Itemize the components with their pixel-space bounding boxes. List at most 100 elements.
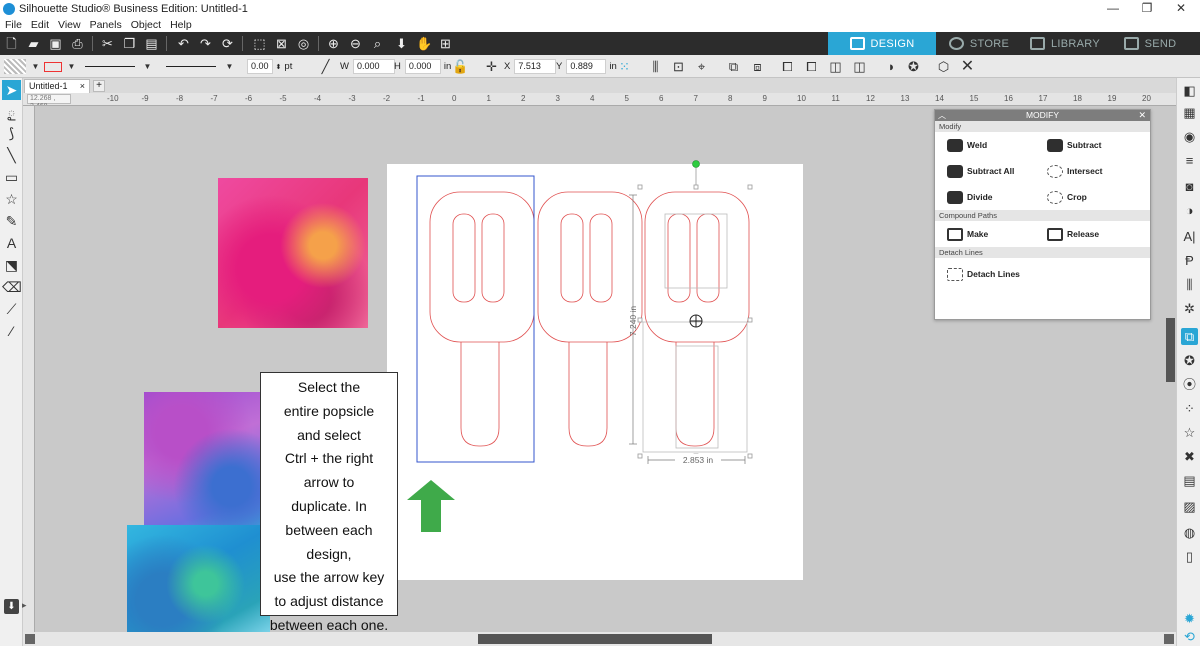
menu-panels[interactable]: Panels	[90, 19, 122, 31]
weld-button[interactable]: Weld	[947, 137, 987, 153]
scroll-right-icon[interactable]	[1164, 634, 1174, 644]
dropdown-arrow-icon[interactable]: ▼	[222, 59, 237, 74]
fit-to-page-icon[interactable]: ⊞	[438, 36, 453, 51]
offset-icon[interactable]: ✪	[1181, 352, 1198, 369]
tab-design[interactable]: DESIGN	[828, 32, 936, 55]
modify-panel-icon[interactable]: ⧉	[1181, 328, 1198, 345]
x-value[interactable]: 7.513	[514, 59, 557, 74]
height-value[interactable]: 0.000	[404, 59, 441, 74]
line-icon[interactable]: ╲	[2, 145, 21, 165]
rectangle-icon[interactable]: ▭	[2, 167, 21, 187]
dropdown-arrow-icon[interactable]: ▼	[64, 59, 79, 74]
eraser-icon[interactable]: ⌫	[2, 277, 22, 297]
fill-bucket-icon[interactable]: ⬔	[2, 255, 21, 275]
modify-shapes-icon[interactable]: ◗	[884, 59, 899, 74]
crop-button[interactable]: Crop	[1047, 189, 1087, 205]
eyedropper-icon[interactable]: ⁄	[2, 321, 21, 341]
intersect-button[interactable]: Intersect	[1047, 163, 1102, 179]
make-compound-button[interactable]: Make	[947, 226, 988, 242]
menu-help[interactable]: Help	[170, 19, 192, 31]
pan-hand-icon[interactable]: ✋	[416, 36, 432, 51]
ungroup-icon[interactable]: ⧈	[750, 59, 765, 74]
zoom-selection-icon[interactable]: ⌕	[370, 36, 385, 51]
width-value[interactable]: 0.000	[352, 59, 395, 74]
close-tab-icon[interactable]: ×	[80, 80, 85, 92]
copy-icon[interactable]: ❐	[122, 36, 137, 51]
add-tab-button[interactable]: +	[93, 80, 105, 92]
print-icon[interactable]: ⎙	[70, 36, 85, 51]
close-panel-icon[interactable]: ✕	[1138, 110, 1146, 121]
popsicle-design-2[interactable]	[537, 191, 643, 447]
reference-point-icon[interactable]: ⁙	[617, 59, 632, 74]
tools-icon[interactable]: ✖	[1181, 448, 1198, 465]
x-position-field[interactable]: X 7.513	[504, 55, 557, 78]
design-canvas[interactable]: 2.853 in 7.240 in Select the entire pops…	[35, 106, 1176, 632]
dropdown-arrow-icon[interactable]: ▼	[140, 59, 155, 74]
menu-object[interactable]: Object	[131, 19, 161, 31]
scroll-left-icon[interactable]	[25, 634, 35, 644]
new-document-icon[interactable]: 🗋	[4, 36, 19, 51]
y-value[interactable]: 0.889	[566, 59, 607, 74]
send-backward-icon[interactable]: ⧠	[804, 59, 819, 74]
zoom-out-icon[interactable]: ⊖	[348, 36, 363, 51]
line-end-select[interactable]	[166, 55, 221, 78]
fill-pattern-icon[interactable]	[4, 59, 26, 74]
subtract-button[interactable]: Subtract	[1047, 137, 1101, 153]
close-window-button[interactable]: ✕	[1164, 0, 1198, 18]
center-target-icon[interactable]: ⌖	[694, 59, 709, 74]
transform-handles[interactable]	[637, 163, 753, 459]
tab-store[interactable]: STORE	[936, 32, 1022, 55]
settings-gear-icon[interactable]: ✹	[1181, 610, 1198, 627]
bezier-icon[interactable]: ⟆	[2, 123, 21, 143]
align-icon[interactable]: ⫼	[648, 59, 663, 74]
line-width-value[interactable]: 0.00	[247, 59, 273, 74]
knife-icon[interactable]: ⟋	[2, 299, 21, 319]
save-icon[interactable]: ▣	[48, 36, 63, 51]
paste-icon[interactable]: ▤	[144, 36, 159, 51]
bring-to-front-icon[interactable]: ◫	[828, 59, 843, 74]
move-icon[interactable]: ✛	[484, 59, 499, 74]
line-style-select[interactable]	[85, 55, 140, 78]
bring-forward-icon[interactable]: ⧠	[780, 59, 795, 74]
select-arrow-icon[interactable]: ➤	[2, 80, 21, 100]
redo-icon[interactable]: ↷	[198, 36, 213, 51]
menu-view[interactable]: View	[58, 19, 81, 31]
line-color-icon[interactable]	[44, 62, 62, 72]
height-field[interactable]: H 0.000 in	[394, 55, 451, 78]
undo-icon[interactable]: ↶	[176, 36, 191, 51]
sync-icon[interactable]: ⟲	[1181, 628, 1198, 645]
align-panel-icon[interactable]: ⫼	[1181, 276, 1198, 293]
menu-edit[interactable]: Edit	[31, 19, 49, 31]
document-tab[interactable]: Untitled-1 ×	[24, 79, 90, 93]
dropdown-arrow-icon[interactable]: ▼	[28, 59, 43, 74]
page-setup-icon[interactable]: ◧	[1181, 82, 1198, 99]
tab-send[interactable]: SEND	[1108, 32, 1192, 55]
popsicle-design-1[interactable]	[429, 191, 535, 447]
restore-button[interactable]: ❐	[1130, 0, 1164, 18]
redraw-icon[interactable]: ⟳	[220, 36, 235, 51]
release-compound-button[interactable]: Release	[1047, 226, 1099, 242]
offset-star-icon[interactable]: ✪	[906, 59, 921, 74]
select-by-color-icon[interactable]: ◎	[296, 36, 311, 51]
globe-icon[interactable]: ◍	[1181, 524, 1198, 541]
deselect-icon[interactable]: ⊠	[274, 36, 289, 51]
text-style-icon[interactable]: A|	[1181, 228, 1198, 245]
menu-file[interactable]: File	[5, 19, 22, 31]
contrast-icon[interactable]: ◑	[1181, 202, 1198, 219]
library-book-icon[interactable]: ▯	[1181, 548, 1198, 565]
close-x-icon[interactable]: ✕	[960, 59, 975, 75]
pencil-icon[interactable]: ✎	[2, 211, 21, 231]
text-to-path-icon[interactable]: Ᵽ	[1181, 252, 1198, 269]
line-width-field[interactable]: 0.00 ⬍ pt	[247, 55, 292, 78]
open-folder-icon[interactable]: ▰	[26, 36, 41, 51]
3d-box-icon[interactable]: ⬡	[936, 59, 951, 74]
media-panel-toggle[interactable]: ⬇ ▸	[0, 596, 31, 618]
hatch-icon[interactable]: ▨	[1181, 498, 1198, 515]
rotate-handle[interactable]	[692, 160, 700, 168]
y-position-field[interactable]: Y 0.889 in	[556, 55, 617, 78]
zoom-in-icon[interactable]: ⊕	[326, 36, 341, 51]
send-to-back-icon[interactable]: ◫	[852, 59, 867, 74]
lock-aspect-icon[interactable]: 🔓	[452, 59, 468, 74]
select-all-icon[interactable]: ⬚	[252, 36, 267, 51]
popsicle-design-3[interactable]	[644, 191, 750, 447]
